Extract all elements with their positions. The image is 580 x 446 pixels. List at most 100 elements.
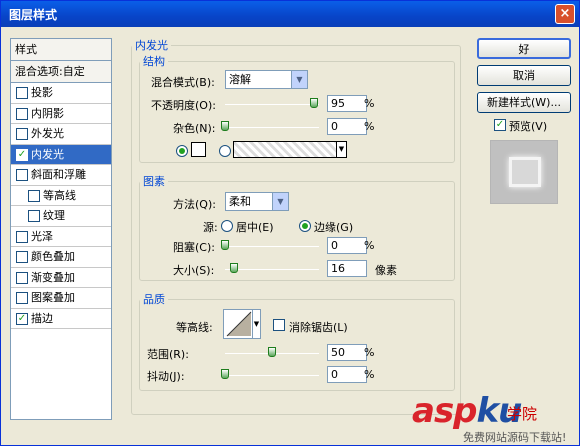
style-item-label: 投影 bbox=[31, 86, 53, 99]
method-label: 方法(Q): bbox=[173, 198, 216, 211]
style-item[interactable]: 外发光 bbox=[11, 124, 111, 145]
structure-title: 结构 bbox=[143, 55, 165, 68]
style-item-label: 描边 bbox=[31, 311, 53, 325]
style-item-checkbox[interactable] bbox=[16, 230, 28, 243]
chevron-down-icon: ▼ bbox=[252, 310, 260, 338]
style-item-label: 渐变叠加 bbox=[31, 270, 75, 284]
antialias-label[interactable]: 消除锯齿(L) bbox=[289, 319, 348, 335]
style-item-checkbox[interactable] bbox=[16, 251, 28, 263]
layer-style-dialog: 图层样式 × 样式 混合选项:自定 投影 内阴影 外发光 ✓ 内发光 斜面和浮雕 等高线 纹理… bbox=[0, 0, 580, 446]
percent-label: % bbox=[364, 120, 375, 133]
jitter-label: 抖动(J): bbox=[147, 370, 185, 383]
noise-slider-thumb[interactable] bbox=[221, 121, 229, 131]
jitter-slider-thumb[interactable] bbox=[221, 369, 229, 379]
style-item[interactable]: 图案叠加 bbox=[11, 288, 111, 309]
source-label: 源: bbox=[203, 221, 218, 234]
noise-slider-track[interactable] bbox=[225, 127, 319, 128]
center-label[interactable]: 居中(E) bbox=[236, 219, 274, 235]
watermark-suffix: 学院 bbox=[507, 405, 538, 423]
edge-radio[interactable] bbox=[299, 220, 311, 232]
contour-label: 等高线: bbox=[176, 321, 213, 334]
styles-list-header[interactable]: 样式 bbox=[11, 39, 111, 61]
style-item-checkbox[interactable] bbox=[28, 189, 40, 202]
center-radio[interactable] bbox=[221, 220, 233, 232]
noise-label: 杂色(N): bbox=[173, 122, 216, 135]
style-item-checkbox[interactable] bbox=[16, 292, 28, 304]
glow-color-swatch[interactable] bbox=[191, 142, 206, 157]
range-input[interactable]: 50 bbox=[327, 344, 367, 361]
quality-title: 品质 bbox=[143, 293, 165, 306]
preview-label[interactable]: 预览(V) bbox=[509, 118, 547, 134]
size-slider-track[interactable] bbox=[225, 269, 319, 270]
style-item[interactable]: ✓ 内发光 bbox=[11, 144, 111, 165]
style-item[interactable]: 斜面和浮雕 bbox=[11, 165, 111, 186]
style-item-checkbox[interactable] bbox=[16, 271, 28, 284]
opacity-input[interactable]: 95 bbox=[327, 95, 367, 112]
preview-swatch bbox=[509, 157, 541, 187]
blend-mode-label: 混合模式(B): bbox=[151, 76, 215, 89]
watermark-brand: asp bbox=[412, 391, 478, 431]
solid-color-radio[interactable] bbox=[176, 145, 188, 157]
style-item-checkbox[interactable] bbox=[28, 210, 40, 222]
quality-group: 品质 bbox=[139, 291, 455, 391]
style-item[interactable]: 颜色叠加 bbox=[11, 247, 111, 268]
choke-input[interactable]: 0 bbox=[327, 237, 367, 254]
style-items: 投影 内阴影 外发光 ✓ 内发光 斜面和浮雕 等高线 纹理 光泽 颜色叠加 渐变叠加 图案叠加 ✓ 描边 bbox=[11, 83, 111, 329]
style-item-label: 等高线 bbox=[43, 188, 76, 202]
style-item-label: 图案叠加 bbox=[31, 291, 75, 304]
style-item-label: 内发光 bbox=[31, 147, 64, 161]
percent-label: % bbox=[364, 368, 375, 381]
cancel-button[interactable]: 取消 bbox=[477, 65, 571, 86]
blend-mode-select[interactable]: 溶解 ▼ bbox=[225, 70, 308, 89]
style-item-checkbox[interactable] bbox=[16, 107, 28, 120]
style-preview bbox=[490, 140, 558, 204]
style-item[interactable]: 光泽 bbox=[11, 227, 111, 247]
close-icon[interactable]: × bbox=[555, 4, 575, 24]
ok-button[interactable]: 好 bbox=[477, 38, 571, 59]
style-item-label: 外发光 bbox=[31, 127, 64, 140]
percent-label: % bbox=[364, 346, 375, 359]
chevron-down-icon: ▼ bbox=[336, 142, 346, 157]
opacity-slider-thumb[interactable] bbox=[310, 98, 319, 108]
choke-slider-thumb[interactable] bbox=[221, 240, 229, 250]
style-item[interactable]: 内阴影 bbox=[11, 104, 111, 124]
style-item[interactable]: 渐变叠加 bbox=[11, 268, 111, 288]
jitter-slider-track[interactable] bbox=[225, 375, 319, 376]
preview-checkbox[interactable]: ✓ bbox=[494, 119, 506, 131]
antialias-checkbox[interactable] bbox=[273, 319, 285, 331]
inner-glow-title: 内发光 bbox=[135, 39, 168, 52]
style-item[interactable]: 等高线 bbox=[11, 186, 111, 206]
size-input[interactable]: 16 bbox=[327, 260, 367, 277]
size-unit-label: 像素 bbox=[375, 264, 397, 277]
style-item[interactable]: 纹理 bbox=[11, 206, 111, 227]
elements-title: 图素 bbox=[143, 175, 165, 188]
new-style-button[interactable]: 新建样式(W)... bbox=[477, 92, 571, 113]
percent-label: % bbox=[364, 239, 375, 252]
gradient-picker[interactable]: ▼ bbox=[233, 141, 347, 158]
method-select[interactable]: 柔和 ▼ bbox=[225, 192, 289, 211]
style-item[interactable]: ✓ 描边 bbox=[11, 309, 111, 329]
range-label: 范围(R): bbox=[147, 348, 189, 361]
noise-input[interactable]: 0 bbox=[327, 118, 367, 135]
contour-picker[interactable]: ▼ bbox=[223, 309, 261, 339]
style-item-checkbox[interactable]: ✓ bbox=[16, 148, 28, 161]
style-item-checkbox[interactable] bbox=[16, 87, 28, 99]
style-item-label: 光泽 bbox=[31, 229, 53, 243]
style-item-label: 斜面和浮雕 bbox=[31, 168, 86, 181]
watermark-footer: 免费网站源码下载站! bbox=[463, 431, 567, 444]
choke-slider-track[interactable] bbox=[225, 246, 319, 247]
style-item-checkbox[interactable] bbox=[16, 128, 28, 140]
gradient-radio[interactable] bbox=[219, 145, 231, 157]
style-item-label: 纹理 bbox=[43, 209, 65, 222]
edge-label[interactable]: 边缘(G) bbox=[314, 219, 353, 235]
style-item[interactable]: 投影 bbox=[11, 83, 111, 104]
range-slider-thumb[interactable] bbox=[268, 347, 276, 357]
jitter-input[interactable]: 0 bbox=[327, 366, 367, 383]
style-item-checkbox[interactable]: ✓ bbox=[16, 312, 28, 325]
title-bar: 图层样式 × bbox=[1, 1, 579, 27]
opacity-slider-track[interactable] bbox=[225, 104, 319, 105]
size-slider-thumb[interactable] bbox=[230, 263, 238, 273]
style-item-checkbox[interactable] bbox=[16, 169, 28, 181]
blending-options-item[interactable]: 混合选项:自定 bbox=[11, 61, 111, 83]
contour-preview-icon bbox=[226, 311, 252, 337]
